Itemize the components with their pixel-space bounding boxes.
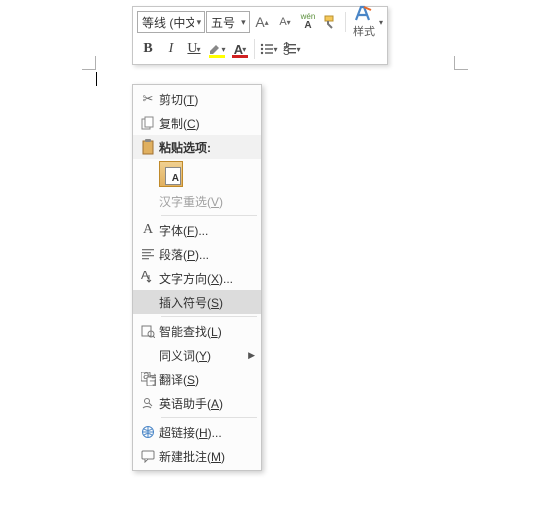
numbering-button[interactable]: 123 ▾: [281, 38, 303, 60]
margin-corner-left: [82, 56, 96, 70]
toolbar-row-1: 等线 (中文 ▾ 五号 ▾ A▴ A▾ wén A 样式 ▾: [137, 10, 383, 34]
paste-option-keep-text[interactable]: A: [133, 159, 261, 189]
separator: [345, 12, 346, 32]
document-page: 等线 (中文 ▾ 五号 ▾ A▴ A▾ wén A 样式 ▾: [0, 0, 544, 505]
toolbar-row-2: B I U▾ ▾ A ▾ ▾ 123 ▾: [137, 37, 383, 61]
font-size-combo[interactable]: 五号 ▾: [206, 11, 250, 33]
menu-new-comment[interactable]: 新建批注(M): [133, 444, 261, 468]
svg-text:3: 3: [283, 44, 290, 56]
hyperlink-icon: [137, 422, 159, 442]
menu-text-direction[interactable]: A 文字方向(X)...: [133, 266, 261, 290]
styles-button[interactable]: 样式: [349, 5, 379, 39]
font-name-value: 等线 (中文: [138, 14, 194, 31]
format-painter-button[interactable]: [320, 11, 342, 33]
separator: [254, 39, 255, 59]
menu-cut[interactable]: ✂ 剪切(T): [133, 87, 261, 111]
chevron-down-icon[interactable]: ▾: [379, 18, 383, 27]
context-menu: ✂ 剪切(T) 复制(C) 粘贴选项: A 汉字重选(V) A 字体(F)...: [132, 84, 262, 471]
scissors-icon: ✂: [137, 89, 159, 109]
menu-font[interactable]: A 字体(F)...: [133, 218, 261, 242]
menu-english-assistant[interactable]: 英语助手(A): [133, 391, 261, 415]
font-name-combo[interactable]: 等线 (中文 ▾: [137, 11, 205, 33]
chevron-down-icon: ▾: [238, 17, 249, 28]
menu-paragraph[interactable]: 段落(P)...: [133, 242, 261, 266]
font-size-value: 五号: [207, 14, 238, 31]
margin-corner-right: [454, 56, 468, 70]
separator: [161, 417, 257, 418]
menu-copy[interactable]: 复制(C): [133, 111, 261, 135]
bullets-button[interactable]: ▾: [258, 38, 280, 60]
copy-icon: [137, 113, 159, 133]
menu-insert-symbol[interactable]: 插入符号(S): [133, 290, 261, 314]
underline-button[interactable]: U▾: [183, 38, 205, 60]
translate-icon: a字: [137, 369, 159, 389]
styles-label: 样式: [353, 23, 375, 39]
menu-synonyms[interactable]: 同义词(Y) ▶: [133, 343, 261, 367]
paste-text-only-icon: A: [159, 161, 183, 187]
menu-smart-lookup[interactable]: 智能查找(L): [133, 319, 261, 343]
smart-lookup-icon: [137, 321, 159, 341]
decrease-font-size-button[interactable]: A▾: [274, 11, 296, 33]
menu-translate[interactable]: a字 翻译(S): [133, 367, 261, 391]
mini-toolbar: 等线 (中文 ▾ 五号 ▾ A▴ A▾ wén A 样式 ▾: [132, 6, 388, 65]
separator: [161, 316, 257, 317]
text-direction-icon: A: [137, 268, 159, 288]
font-color-button[interactable]: A ▾: [229, 38, 251, 60]
bold-button[interactable]: B: [137, 38, 159, 60]
font-icon: A: [137, 220, 159, 240]
clipboard-icon: [137, 137, 159, 157]
paragraph-icon: [137, 244, 159, 264]
separator: [161, 215, 257, 216]
menu-paste-options-header: 粘贴选项:: [133, 135, 261, 159]
english-assistant-icon: [137, 393, 159, 413]
text-cursor: [96, 72, 97, 86]
chevron-right-icon: ▶: [248, 350, 255, 361]
menu-hyperlink[interactable]: 超链接(H)...: [133, 420, 261, 444]
increase-font-size-button[interactable]: A▴: [251, 11, 273, 33]
chevron-down-icon: ▾: [194, 17, 204, 28]
menu-cjk-reselect: 汉字重选(V): [133, 189, 261, 213]
svg-text:字: 字: [149, 372, 156, 386]
highlight-button[interactable]: ▾: [206, 38, 228, 60]
styles-icon: [353, 5, 375, 23]
italic-button[interactable]: I: [160, 38, 182, 60]
phonetic-guide-button[interactable]: wén A: [297, 11, 319, 33]
comment-icon: [137, 446, 159, 466]
